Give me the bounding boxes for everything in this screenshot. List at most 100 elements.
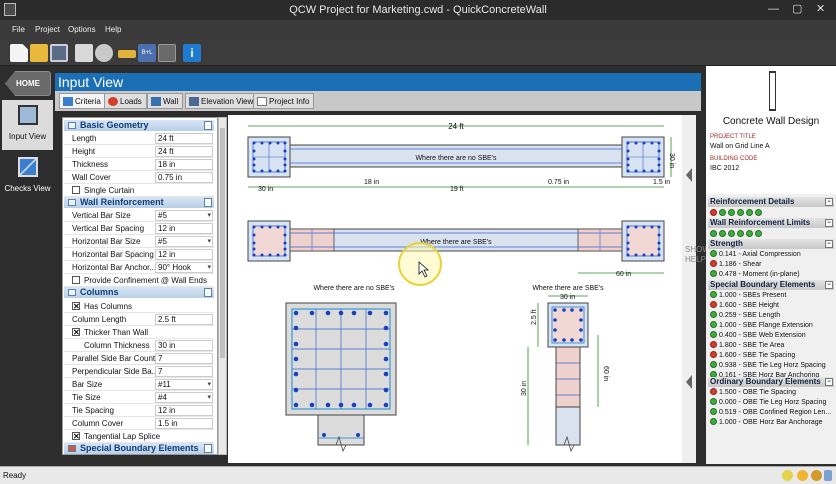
collapse-icon[interactable] — [68, 289, 76, 296]
calculator-icon[interactable] — [158, 44, 176, 62]
single-curtain-checkbox[interactable] — [72, 186, 80, 194]
close-icon[interactable]: ✕ — [816, 3, 825, 16]
horizontal-bar-spacing-input[interactable]: 12 in — [155, 249, 213, 260]
tab-wall-label: Wall — [163, 97, 179, 106]
save-icon[interactable] — [50, 44, 68, 62]
nav-input-view[interactable]: Input View — [2, 100, 53, 150]
info-icon[interactable]: i — [183, 44, 201, 62]
show-help-label: SHOW HELP — [685, 245, 710, 264]
pin-icon[interactable] — [204, 288, 212, 297]
row-bar-size: Bar Size #11 — [64, 378, 214, 391]
thicker-than-wall-checkbox[interactable]: ✕ — [72, 328, 80, 337]
section-special-boundary-elements[interactable]: Special Boundary Elements — [64, 443, 214, 454]
pin-icon[interactable] — [204, 121, 212, 130]
print-preview-icon[interactable] — [95, 44, 113, 62]
status-pass-icon — [710, 250, 717, 257]
vertical-bar-size-select[interactable]: #5 — [155, 210, 213, 221]
check-item[interactable]: 0.400 - SBE Web Extension — [710, 331, 834, 341]
collapse-icon[interactable]: − — [825, 219, 833, 227]
length-input[interactable]: 24 ft — [155, 133, 213, 144]
resize-grip-icon[interactable] — [824, 470, 832, 481]
collapse-icon[interactable] — [68, 199, 76, 206]
menu-options[interactable]: Options — [68, 25, 96, 34]
collapse-arrow-icon[interactable] — [686, 168, 692, 182]
tab-project-info[interactable]: Project Info — [253, 93, 315, 109]
horizontal-bar-size-select[interactable]: #5 — [155, 236, 213, 247]
column-thickness-input[interactable]: 30 in — [155, 340, 213, 351]
menu-file[interactable]: File — [12, 25, 25, 34]
horizontal-bar-anchor-select[interactable]: 90° Hook — [155, 262, 213, 273]
menu-help[interactable]: Help — [105, 25, 121, 34]
menu-project[interactable]: Project — [35, 25, 60, 34]
lightbulb-icon[interactable] — [782, 470, 793, 481]
collapse-icon[interactable]: − — [825, 198, 833, 206]
check-item[interactable]: 0.478 - Moment (in-plane) — [710, 270, 834, 280]
height-input[interactable]: 24 ft — [155, 146, 213, 157]
minimize-icon[interactable]: — — [768, 3, 779, 16]
check-item[interactable]: 1.600 - SBE Height — [710, 301, 834, 311]
smiley-icon[interactable] — [797, 470, 808, 481]
check-item[interactable]: 1.800 - SBE Tie Area — [710, 341, 834, 351]
section-basic-geometry[interactable]: Basic Geometry — [64, 120, 214, 131]
column-length-input[interactable]: 2.5 ft — [155, 314, 213, 325]
home-button[interactable]: HOME — [5, 71, 51, 96]
thickness-input[interactable]: 18 in — [155, 159, 213, 170]
open-folder-icon[interactable] — [30, 44, 48, 62]
check-item[interactable]: 0.000 - OBE Tie Leg Horz Spacing — [710, 398, 834, 408]
section-strength[interactable]: Strength − — [708, 239, 834, 249]
column-cover-input[interactable]: 1.5 in — [155, 418, 213, 429]
vertical-bar-spacing-input[interactable]: 12 in — [155, 223, 213, 234]
provide-confinement-checkbox[interactable] — [72, 276, 80, 284]
scrollbar-thumb[interactable] — [220, 128, 225, 358]
section-ordinary-boundary-elements[interactable]: Ordinary Boundary Elements − — [708, 377, 834, 387]
pin-icon[interactable] — [204, 444, 212, 453]
perpendicular-side-bar-input[interactable]: 7 — [155, 366, 213, 377]
drawing-canvas[interactable]: 24 ft Where there are no SBE's 30 in 30 … — [228, 115, 682, 463]
parallel-side-bar-count-input[interactable]: 7 — [155, 353, 213, 364]
row-parallel-side-bar-count: Parallel Side Bar Count 7 — [64, 352, 214, 365]
status-pass-icon — [719, 230, 726, 237]
bar-size-select[interactable]: #11 — [155, 379, 213, 390]
maximize-icon[interactable]: ▢ — [792, 3, 802, 16]
collapse-icon[interactable]: − — [825, 378, 833, 386]
check-item[interactable]: 1.600 - SBE Tie Spacing — [710, 351, 834, 361]
row-column-thickness: Column Thickness 30 in — [64, 339, 214, 352]
tie-size-select[interactable]: #4 — [155, 392, 213, 403]
has-columns-checkbox[interactable]: ✕ — [72, 302, 80, 311]
pin-icon[interactable] — [204, 198, 212, 207]
reinforcement-details-status — [710, 208, 764, 218]
collapse-icon[interactable]: − — [825, 240, 833, 248]
section-special-boundary-elements[interactable]: Special Boundary Elements − — [708, 280, 834, 290]
check-item[interactable]: 1.000 - OBE Horz Bar Anchorage — [710, 418, 834, 428]
dimension-icon[interactable]: B+L — [138, 44, 156, 62]
section-reinforcement-details[interactable]: Reinforcement Details − — [708, 197, 834, 207]
nav-checks-view[interactable]: Checks View — [2, 152, 53, 202]
panel-scrollbar[interactable] — [218, 117, 227, 455]
tab-criteria[interactable]: Criteria — [59, 93, 106, 109]
frown-icon[interactable] — [811, 470, 822, 481]
collapse-arrow-icon[interactable] — [686, 375, 692, 389]
tab-wall[interactable]: Wall — [147, 93, 184, 109]
section-wall-reinforcement[interactable]: Wall Reinforcement — [64, 197, 214, 208]
check-item[interactable]: 0.519 - OBE Confined Region Len... — [710, 408, 834, 418]
tab-loads[interactable]: Loads — [104, 93, 147, 109]
check-item[interactable]: 0.259 - SBE Length — [710, 311, 834, 321]
print-icon[interactable] — [75, 44, 93, 62]
new-file-icon[interactable] — [10, 44, 28, 62]
section-wall-reinforcement-limits[interactable]: Wall Reinforcement Limits − — [708, 218, 834, 228]
collapse-icon[interactable]: − — [825, 281, 833, 289]
collapse-icon[interactable] — [68, 122, 76, 129]
wall-cover-input[interactable]: 0.75 in — [155, 172, 213, 183]
section-columns[interactable]: Columns — [64, 287, 214, 298]
check-item[interactable]: 1.500 - OBE Tie Spacing — [710, 388, 834, 398]
check-item[interactable]: 1.000 - SBE Flange Extension — [710, 321, 834, 331]
check-item[interactable]: 0.938 - SBE Tie Leg Horz Spacing — [710, 361, 834, 371]
check-item[interactable]: 1.000 - SBEs Present — [710, 291, 834, 301]
ruler-icon[interactable] — [118, 50, 136, 58]
tangential-lap-checkbox[interactable]: ✕ — [72, 432, 80, 441]
section-title: Strength — [710, 239, 743, 248]
tab-elevation-view[interactable]: Elevation View — [185, 93, 259, 109]
check-item[interactable]: 1.186 - Shear — [710, 260, 834, 270]
tie-spacing-input[interactable]: 12 in — [155, 405, 213, 416]
check-item[interactable]: 0.141 - Axial Compression — [710, 250, 834, 260]
